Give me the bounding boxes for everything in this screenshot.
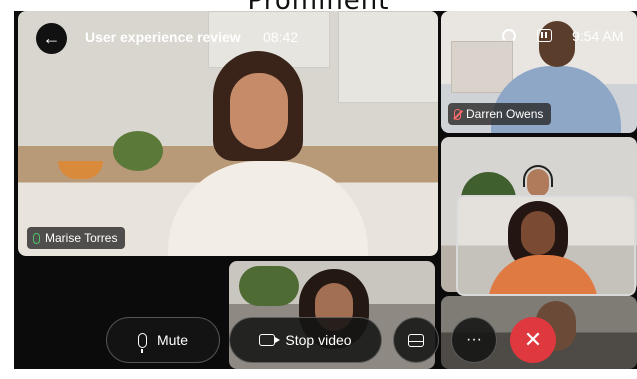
more-options-button[interactable]: ··· xyxy=(451,317,497,363)
flower-vase xyxy=(113,131,163,171)
participant-face xyxy=(521,211,555,255)
end-call-button[interactable]: ✕ xyxy=(510,317,556,363)
mute-button[interactable]: Mute xyxy=(106,317,220,363)
stop-video-button[interactable]: Stop video xyxy=(229,317,382,363)
participant-name-tag: Darren Owens xyxy=(448,103,552,125)
mic-muted-icon xyxy=(454,108,461,120)
meeting-window: Marise Torres Darren Owens ← User experi… xyxy=(14,11,637,369)
participant-headset xyxy=(523,165,553,187)
participant-tile-highlighted[interactable] xyxy=(456,195,636,296)
meeting-timer: 08:42 xyxy=(263,29,299,45)
participant-name-tag: Marise Torres xyxy=(27,227,126,249)
arrow-left-icon: ← xyxy=(42,28,61,48)
headset-icon[interactable] xyxy=(502,29,516,43)
more-dots-icon: ··· xyxy=(466,331,482,348)
speaker-body xyxy=(168,161,368,256)
layout-button[interactable] xyxy=(393,317,439,363)
meeting-title: User experience review xyxy=(85,29,241,45)
stop-video-label: Stop video xyxy=(285,332,352,348)
fruit-bowl xyxy=(58,161,103,179)
close-icon: ✕ xyxy=(523,327,543,352)
clock: 9:54 AM xyxy=(572,28,624,44)
participant-name: Darren Owens xyxy=(466,107,544,121)
camera-icon xyxy=(259,334,281,346)
speaker-face xyxy=(230,73,288,149)
call-header: ← User experience review 08:42 9:54 AM xyxy=(14,11,637,63)
back-button[interactable]: ← xyxy=(36,23,67,54)
mute-label: Mute xyxy=(156,332,189,348)
layout-grid-icon xyxy=(408,333,424,347)
participant-body xyxy=(488,255,598,294)
layout-icon[interactable] xyxy=(537,29,552,42)
call-controls: Mute Stop video ··· ✕ xyxy=(14,311,637,369)
microphone-icon xyxy=(137,332,147,353)
participant-name: Marise Torres xyxy=(45,231,118,245)
background-plant xyxy=(239,266,299,306)
mic-on-icon xyxy=(33,232,40,244)
